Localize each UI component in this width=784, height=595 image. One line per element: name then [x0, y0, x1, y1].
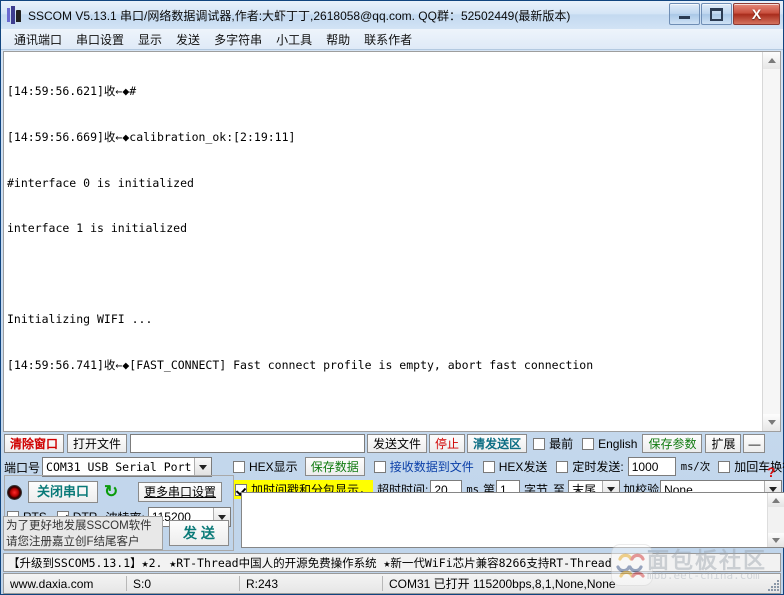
checkbox-box: [233, 460, 245, 473]
english-checkbox[interactable]: English: [582, 437, 637, 451]
hex-send-checkbox[interactable]: HEX发送: [482, 458, 548, 475]
save-data-button[interactable]: 保存数据: [304, 457, 365, 476]
scrollbar-track[interactable]: [763, 69, 780, 414]
minimize-button[interactable]: [669, 3, 700, 25]
app-icon: [6, 6, 24, 24]
toolbar-row-1: 清除窗口 打开文件 发送文件 停止 清发送区 最前 English 保存参数 扩…: [4, 434, 766, 453]
promo-line-1: 为了更好地发展SSCOM软件: [6, 520, 152, 532]
menu-item-help[interactable]: 帮助: [319, 29, 357, 50]
promo-ticker: 【升级到SSCOM5.13.1】★2. ★RT-Thread中国人的开源免费操作…: [3, 553, 781, 572]
extend-button[interactable]: 扩展: [705, 434, 742, 453]
file-path-input[interactable]: [130, 434, 366, 453]
checkbox-box: [556, 460, 569, 473]
status-bar: www.daxia.com S:0 R:243 COM31 已打开 115200…: [3, 573, 781, 594]
triangle-down-icon: [772, 537, 780, 543]
english-label: English: [598, 436, 638, 451]
terminal-line: interface 1 is initialized: [7, 221, 188, 236]
menu-bar: 通讯端口 串口设置 显示 发送 多字符串 小工具 帮助 联系作者: [1, 29, 783, 50]
checkbox-box: [533, 437, 546, 450]
scroll-down-button[interactable]: [763, 414, 780, 431]
scroll-down-button[interactable]: [768, 533, 784, 547]
send-button[interactable]: 发 送: [169, 520, 229, 546]
menu-item-tools[interactable]: 小工具: [269, 29, 319, 50]
topmost-checkbox[interactable]: 最前: [533, 435, 573, 452]
status-website[interactable]: www.daxia.com: [4, 574, 126, 593]
toolbar-row-2-left: 端口号 COM31 USB Serial Port: [4, 457, 213, 477]
registration-promo-box: 为了更好地发展SSCOM软件 请您注册嘉立创F结尾客户: [3, 516, 163, 550]
hex-display-label: HEX显示: [249, 460, 298, 474]
help-question-icon[interactable]: ?: [767, 464, 776, 480]
timed-send-checkbox[interactable]: 定时发送:: [556, 458, 624, 475]
timed-send-label: 定时发送:: [572, 460, 624, 474]
terminal-output-panel[interactable]: [14:59:56.621]收←◆# [14:59:56.669]收←◆cali…: [3, 51, 781, 432]
status-port-info: COM31 已打开 115200bps,8,1,None,None: [389, 577, 616, 591]
menu-item-port-config[interactable]: 串口设置: [69, 29, 131, 50]
scroll-up-button[interactable]: [768, 493, 784, 507]
save-params-button[interactable]: 保存参数: [642, 434, 703, 453]
triangle-up-icon: [767, 58, 776, 63]
terminal-line: Initializing WIFI ...: [7, 312, 153, 327]
window-controls: X: [668, 3, 780, 25]
triangle-down-icon: [767, 420, 776, 425]
topmost-label: 最前: [549, 437, 574, 451]
menu-item-multistring[interactable]: 多字符串: [207, 29, 269, 50]
ms-per-unit-label: ms/次: [680, 461, 711, 473]
hex-send-label: HEX发送: [498, 460, 548, 474]
status-sent-count: S:0: [133, 576, 152, 591]
send-text-input[interactable]: [242, 493, 767, 547]
terminal-line: [14:59:56.741]收←◆[FAST_CONNECT] Fast con…: [7, 357, 594, 372]
hex-display-checkbox[interactable]: HEX显示: [233, 458, 298, 475]
menu-item-send[interactable]: 发送: [169, 29, 207, 50]
timed-send-interval-input[interactable]: [627, 457, 676, 476]
menu-item-contact[interactable]: 联系作者: [357, 29, 419, 50]
port-select-value: COM31 USB Serial Port: [46, 460, 192, 474]
terminal-scrollbar[interactable]: [762, 52, 780, 431]
status-received-count: R:243: [246, 576, 279, 591]
recv-to-file-label: 接收数据到文件: [389, 460, 474, 474]
collapse-button[interactable]: —: [743, 434, 766, 453]
terminal-line: [14:59:56.621]收←◆#: [7, 84, 137, 99]
recv-to-file-checkbox[interactable]: 接收数据到文件: [373, 458, 474, 475]
clear-window-button[interactable]: 清除窗口: [4, 434, 65, 453]
close-icon: X: [751, 6, 762, 22]
terminal-text[interactable]: [14:59:56.621]收←◆# [14:59:56.669]收←◆cali…: [4, 52, 762, 431]
send-file-button[interactable]: 发送文件: [367, 434, 428, 453]
checkbox-box: [718, 460, 731, 473]
open-file-button[interactable]: 打开文件: [67, 434, 128, 453]
clear-send-area-button[interactable]: 清发送区: [467, 434, 528, 453]
window-title: SSCOM V5.13.1 串口/网络数据调试器,作者:大虾丁丁,2618058…: [28, 8, 571, 23]
resize-grip[interactable]: [768, 579, 781, 592]
terminal-line: #interface 0 is initialized: [7, 175, 194, 190]
menu-item-display[interactable]: 显示: [131, 29, 169, 50]
add-crlf-label: 加回车换行: [734, 460, 784, 474]
title-bar: SSCOM V5.13.1 串口/网络数据调试器,作者:大虾丁丁,2618058…: [1, 1, 783, 30]
port-label: 端口号: [4, 460, 41, 475]
send-text-area[interactable]: [241, 492, 784, 548]
toolbar-row-2-right: HEX显示 保存数据 接收数据到文件 HEX发送 定时发送: ms/次 加回车换…: [233, 457, 784, 476]
terminal-line: [14:59:56.669]收←◆calibration_ok:[2:19:11…: [7, 130, 296, 144]
sscom-window: SSCOM V5.13.1 串口/网络数据调试器,作者:大虾丁丁,2618058…: [0, 0, 784, 595]
maximize-icon: [710, 7, 723, 21]
checkbox-box: [482, 460, 495, 473]
checkbox-box: [582, 437, 595, 450]
chevron-down-icon[interactable]: [194, 458, 212, 476]
menu-item-comm-port[interactable]: 通讯端口: [7, 29, 69, 50]
promo-line-2: 请您注册嘉立创F结尾客户: [6, 536, 140, 548]
checkbox-box: [373, 460, 386, 473]
scroll-up-button[interactable]: [763, 52, 780, 69]
close-button[interactable]: X: [733, 3, 780, 25]
port-select[interactable]: COM31 USB Serial Port: [42, 457, 213, 477]
triangle-up-icon: [772, 497, 780, 503]
maximize-button[interactable]: [701, 3, 732, 25]
stop-button[interactable]: 停止: [429, 434, 466, 453]
send-area-scrollbar[interactable]: [767, 493, 784, 547]
minimize-icon: [679, 16, 690, 19]
